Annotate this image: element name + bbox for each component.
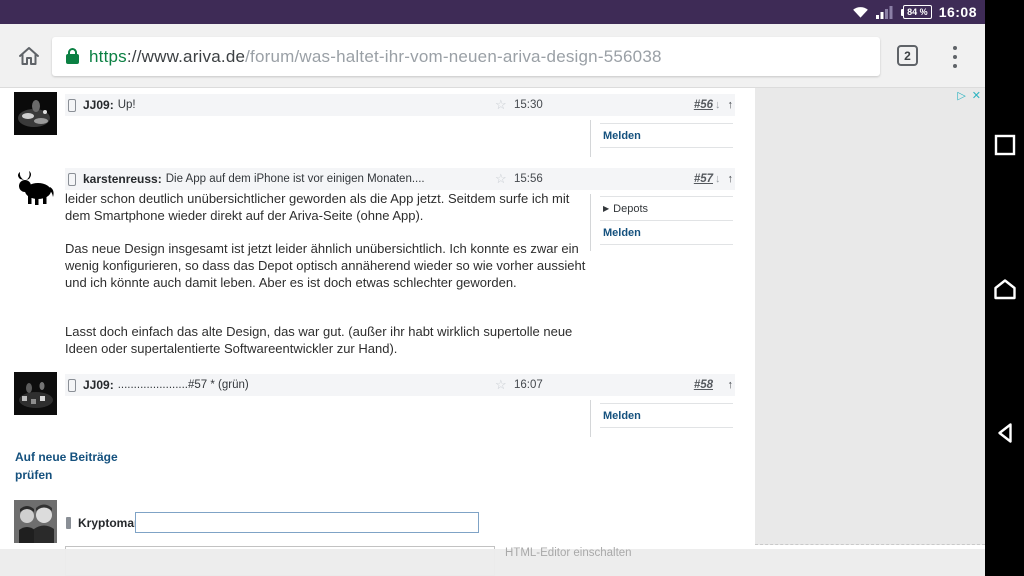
star-icon[interactable]: ☆ xyxy=(495,98,507,111)
ad-placeholder: ▷ ✕ xyxy=(755,88,985,545)
avatar[interactable] xyxy=(14,167,57,210)
post-nav-arrows: ↓ ↑ xyxy=(715,173,733,185)
melden-link[interactable]: Melden xyxy=(603,130,641,142)
html-editor-toggle-link[interactable]: HTML-Editor einschalten xyxy=(505,547,632,559)
melden-row[interactable]: Melden xyxy=(600,123,733,147)
avatar[interactable] xyxy=(14,372,57,415)
melden-row[interactable]: Melden xyxy=(600,403,733,427)
android-nav-bar xyxy=(985,0,1024,576)
recents-icon xyxy=(993,133,1017,157)
signal-icon xyxy=(876,5,894,19)
adchoices-icon[interactable]: ▷ xyxy=(957,91,965,102)
mobile-device-icon xyxy=(66,517,71,529)
divider xyxy=(590,400,591,437)
url-scheme: https xyxy=(89,47,127,67)
post-teaser: Die App auf dem iPhone ist vor einigen M… xyxy=(166,173,425,185)
arrow-down-icon[interactable]: ↓ xyxy=(715,99,721,111)
clock: 16:08 xyxy=(939,4,977,20)
post-header: karstenreuss: Die App auf dem iPhone ist… xyxy=(65,168,735,190)
browser-toolbar: https://www.ariva.de/forum/was-haltet-ih… xyxy=(0,24,985,88)
arrow-up-icon[interactable]: ↑ xyxy=(728,379,734,391)
avatar[interactable] xyxy=(14,92,57,135)
post-author[interactable]: JJ09: xyxy=(83,98,114,112)
mobile-device-icon xyxy=(68,173,76,186)
melden-link[interactable]: Melden xyxy=(603,227,641,239)
divider xyxy=(590,120,591,157)
post-nav-arrows: ↓ ↑ xyxy=(715,99,733,111)
home-nav-icon xyxy=(992,277,1018,301)
post-author[interactable]: karstenreuss: xyxy=(83,172,162,186)
triangle-right-icon: ▶ xyxy=(603,204,609,213)
screen: 84 % 16:08 https://www.ariva.de/forum/wa… xyxy=(0,0,1024,576)
post-number-link[interactable]: #56 xyxy=(694,99,713,111)
post-actions: Melden xyxy=(600,403,733,428)
post-author[interactable]: JJ09: xyxy=(83,378,114,392)
reply-subject-input[interactable] xyxy=(135,512,479,533)
check-new-posts-link[interactable]: Auf neue Beiträge prüfen xyxy=(15,448,127,484)
star-icon[interactable]: ☆ xyxy=(495,378,507,391)
post-paragraph: Lasst doch einfach das alte Design, das … xyxy=(65,323,595,357)
recents-button[interactable] xyxy=(985,123,1024,167)
post-teaser: ......................#57 * (grün) xyxy=(118,379,249,391)
mobile-device-icon xyxy=(68,379,76,392)
browser-home-button[interactable] xyxy=(16,43,42,69)
divider xyxy=(590,194,591,251)
url-path: /forum/was-haltet-ihr-vom-neuen-ariva-de… xyxy=(245,47,662,67)
tab-switcher-button[interactable]: 2 xyxy=(897,45,918,66)
melden-link[interactable]: Melden xyxy=(603,410,641,422)
post-actions: ▶ Depots Melden xyxy=(600,196,733,245)
post-number-link[interactable]: #57 xyxy=(694,173,713,185)
depots-row[interactable]: ▶ Depots xyxy=(600,196,733,220)
back-icon xyxy=(994,421,1016,445)
post-header: JJ09: ......................#57 * (grün)… xyxy=(65,374,735,396)
post-time: 15:30 xyxy=(514,99,543,111)
post-actions: Melden xyxy=(600,123,733,148)
post-nav-arrows: ↑ xyxy=(715,379,733,391)
home-icon xyxy=(16,43,42,69)
post-number-link[interactable]: #58 xyxy=(694,379,713,391)
arrow-up-icon[interactable]: ↑ xyxy=(728,173,734,185)
status-bar: 84 % 16:08 xyxy=(0,0,985,24)
post-time: 16:07 xyxy=(514,379,543,391)
back-button[interactable] xyxy=(985,411,1024,455)
post-teaser: Up! xyxy=(118,99,136,111)
home-button[interactable] xyxy=(985,267,1024,311)
cookie-notice-bar: Hinweis:Durch die Nutzung der Webseite s… xyxy=(0,549,985,576)
post-paragraph: leider schon deutlich unübersichtlicher … xyxy=(65,190,595,224)
avatar[interactable] xyxy=(14,500,57,543)
url-host: ://www.ariva.de xyxy=(127,47,245,67)
browser-menu-button[interactable] xyxy=(948,43,962,71)
star-icon[interactable]: ☆ xyxy=(495,172,507,185)
mobile-device-icon xyxy=(68,99,76,112)
post-header: JJ09: Up! ☆ 15:30 #56 ↓ ↑ xyxy=(65,94,735,116)
post-paragraph: Das neue Design insgesamt ist jetzt leid… xyxy=(65,240,595,291)
https-lock-icon xyxy=(66,54,79,64)
depots-link[interactable]: Depots xyxy=(613,203,648,215)
ad-close-icon[interactable]: ✕ xyxy=(972,91,981,102)
wifi-icon xyxy=(852,5,869,19)
arrow-down-icon[interactable]: ↓ xyxy=(715,173,721,185)
battery-percent: 84 % xyxy=(903,5,932,19)
status-bar-right: 84 % 16:08 xyxy=(852,0,977,24)
battery-icon: 84 % xyxy=(901,5,932,19)
post-time: 15:56 xyxy=(514,173,543,185)
url-bar[interactable]: https://www.ariva.de/forum/was-haltet-ih… xyxy=(52,37,880,76)
arrow-up-icon[interactable]: ↑ xyxy=(728,99,734,111)
melden-row[interactable]: Melden xyxy=(600,220,733,244)
